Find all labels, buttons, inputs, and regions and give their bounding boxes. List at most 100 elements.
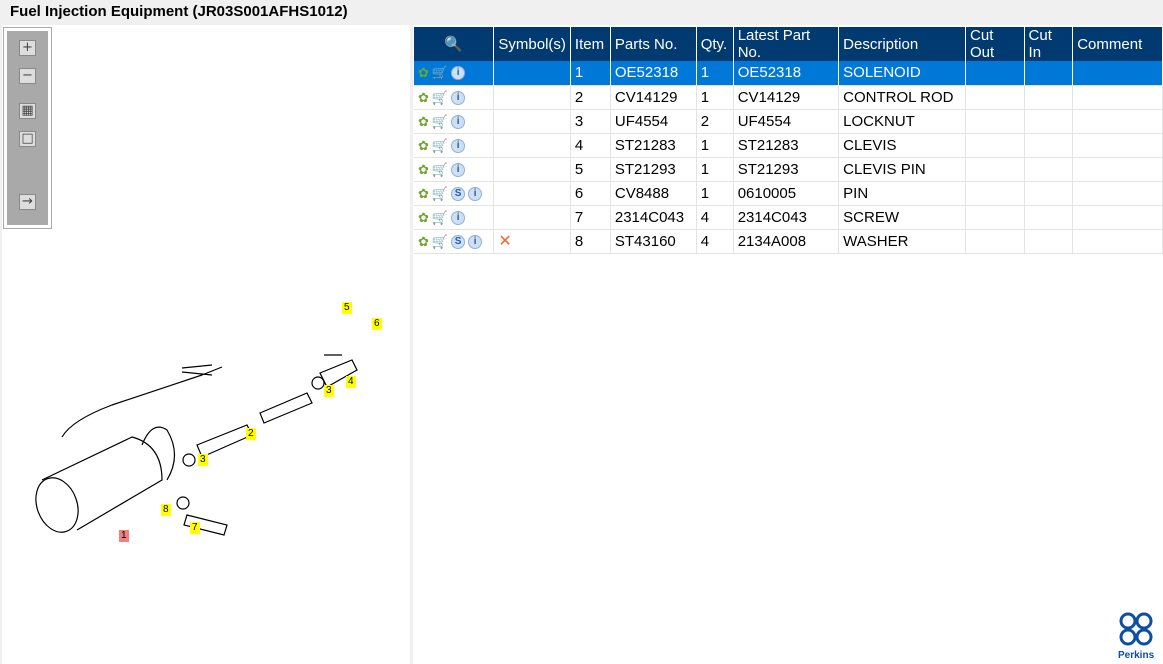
callout-5[interactable]: 5 [342, 302, 352, 314]
info-icon[interactable]: i [451, 138, 466, 153]
qty-cell: 1 [696, 133, 734, 158]
callout-8[interactable]: 8 [161, 504, 171, 516]
header-cut-in[interactable]: Cut In [1024, 27, 1074, 61]
info-icon[interactable]: i [451, 66, 466, 81]
info-icon[interactable]: i [451, 90, 466, 105]
callout-4[interactable]: 4 [346, 376, 356, 388]
perkins-logo: Perkins [1118, 612, 1154, 661]
cut-out-cell [965, 133, 1025, 158]
gear-icon[interactable]: ✿ [418, 234, 429, 250]
comment-cell [1072, 109, 1163, 134]
supersession-icon[interactable]: S [451, 234, 466, 249]
header-symbols[interactable]: Symbol(s) [493, 27, 571, 61]
cart-icon[interactable]: 🛒 [432, 138, 448, 154]
gear-icon[interactable]: ✿ [418, 162, 429, 178]
cut-in-cell [1024, 205, 1074, 230]
header-qty[interactable]: Qty. [696, 27, 734, 61]
gear-icon[interactable]: ✿ [418, 65, 429, 81]
page-title: Fuel Injection Equipment (JR03S001AFHS10… [10, 3, 348, 20]
table-row[interactable]: ✿ 🛒 i 4 ST21283 1 ST21283 CLEVIS [414, 133, 1163, 158]
latest-part-no-cell: CV14129 [733, 85, 840, 110]
gear-icon[interactable]: ✿ [418, 186, 429, 202]
cut-out-cell [965, 109, 1025, 134]
info-icon[interactable]: i [451, 210, 466, 225]
table-row[interactable]: ✿ 🛒 i 2 CV14129 1 CV14129 CONTROL ROD [414, 85, 1163, 110]
description-cell: CLEVIS PIN [838, 157, 967, 182]
item-cell: 7 [570, 205, 611, 230]
zoom-out-button[interactable]: − [19, 68, 36, 84]
table-row[interactable]: ✿ 🛒 i 5 ST21293 1 ST21293 CLEVIS PIN [414, 157, 1163, 182]
cut-out-cell [965, 205, 1025, 230]
callout-3b[interactable]: 3 [198, 454, 208, 466]
info-icon[interactable]: i [451, 162, 466, 177]
row-actions: ✿ 🛒 i [414, 85, 495, 110]
table-row[interactable]: ✿ 🛒 i 3 UF4554 2 UF4554 LOCKNUT [414, 109, 1163, 134]
gear-icon[interactable]: ✿ [418, 114, 429, 130]
symbol-cell [493, 157, 571, 182]
parts-no-cell: ST21283 [610, 133, 697, 158]
fit-all-button[interactable]: ▦ [19, 103, 36, 119]
cut-in-cell [1024, 229, 1074, 254]
toggle-panel-button[interactable]: → [19, 194, 36, 210]
header-cut-out[interactable]: Cut Out [965, 27, 1025, 61]
row-actions: ✿ 🛒 i [414, 157, 495, 182]
latest-part-no-cell: UF4554 [733, 109, 840, 134]
info-icon[interactable]: i [451, 114, 466, 129]
description-cell: WASHER [838, 229, 967, 254]
header-comment[interactable]: Comment [1072, 27, 1163, 61]
header-latest-part-no[interactable]: Latest Part No. [733, 27, 840, 61]
row-actions: ✿ 🛒 i [414, 109, 495, 134]
cart-icon[interactable]: 🛒 [432, 186, 448, 202]
supersession-icon[interactable]: S [451, 186, 466, 201]
header-parts-no[interactable]: Parts No. [610, 27, 697, 61]
header-description[interactable]: Description [838, 27, 967, 61]
info-icon[interactable]: i [468, 234, 483, 249]
latest-part-no-cell: 0610005 [733, 181, 840, 206]
cut-out-cell [965, 229, 1025, 254]
table-row[interactable]: ✿ 🛒 i 7 2314C043 4 2314C043 SCREW [414, 205, 1163, 230]
gear-icon[interactable]: ✿ [418, 90, 429, 106]
cart-icon[interactable]: 🛒 [432, 210, 448, 226]
comment-cell [1072, 61, 1163, 86]
search-icon[interactable]: 🔍 [444, 36, 463, 53]
diagram-panel[interactable]: 5 6 4 3 2 3 8 7 1 [2, 25, 410, 664]
table-row[interactable]: ✿ 🛒 Si ✕ 8 ST43160 4 2134A008 WASHER [414, 229, 1163, 254]
zoom-in-button[interactable]: + [19, 40, 36, 56]
parts-no-cell: OE52318 [610, 61, 697, 86]
comment-cell [1072, 205, 1163, 230]
cart-icon[interactable]: 🛒 [432, 65, 448, 81]
cut-out-cell [965, 157, 1025, 182]
info-icon[interactable]: i [468, 186, 483, 201]
callout-2[interactable]: 2 [246, 428, 256, 440]
gear-icon[interactable]: ✿ [418, 210, 429, 226]
symbol-cell [493, 205, 571, 230]
description-cell: CONTROL ROD [838, 85, 967, 110]
symbol-cell: ✕ [493, 229, 571, 254]
callout-7[interactable]: 7 [190, 522, 200, 534]
symbol-cell [493, 133, 571, 158]
parts-no-cell: CV8488 [610, 181, 697, 206]
callout-3[interactable]: 3 [324, 385, 334, 397]
cart-icon[interactable]: 🛒 [432, 114, 448, 130]
item-cell: 8 [570, 229, 611, 254]
table-row[interactable]: ✿ 🛒 Si 6 CV8488 1 0610005 PIN [414, 181, 1163, 206]
table-row[interactable]: ✿ 🛒 i 1 OE52318 1 OE52318 SOLENOID [414, 61, 1163, 86]
cart-icon[interactable]: 🛒 [432, 162, 448, 178]
comment-cell [1072, 229, 1163, 254]
row-actions: ✿ 🛒 Si [414, 181, 495, 206]
header-item[interactable]: Item [570, 27, 611, 61]
row-actions: ✿ 🛒 i [414, 61, 495, 86]
latest-part-no-cell: OE52318 [733, 61, 840, 86]
search-column-header[interactable]: 🔍 [414, 27, 495, 61]
fit-window-button[interactable]: □ [19, 131, 36, 147]
callout-1[interactable]: 1 [119, 530, 129, 542]
cart-icon[interactable]: 🛒 [432, 234, 448, 250]
parts-no-cell: ST21293 [610, 157, 697, 182]
item-cell: 1 [570, 61, 611, 86]
qty-cell: 4 [696, 205, 734, 230]
latest-part-no-cell: ST21293 [733, 157, 840, 182]
description-cell: LOCKNUT [838, 109, 967, 134]
gear-icon[interactable]: ✿ [418, 138, 429, 154]
callout-6[interactable]: 6 [372, 318, 382, 330]
cart-icon[interactable]: 🛒 [432, 90, 448, 106]
